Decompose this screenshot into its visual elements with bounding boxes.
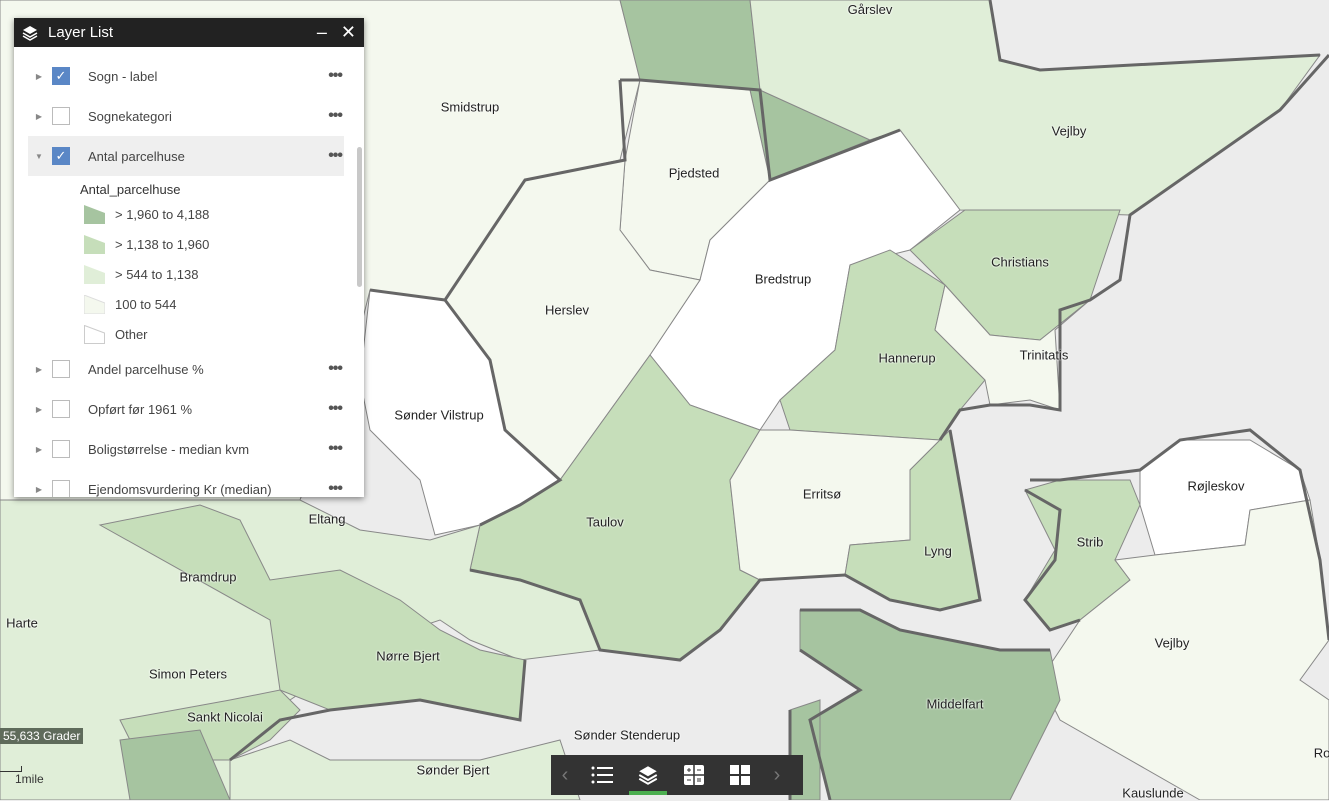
scale-label: 1mile [15, 772, 44, 786]
map-label: Sankt Nicolai [187, 709, 263, 725]
layer-name: Opført før 1961 % [88, 401, 193, 417]
map-label: Sønder Vilstrup [394, 407, 484, 423]
map-label: Christians [991, 254, 1049, 270]
layer-item[interactable]: ▶ Ejendomsvurdering Kr (median) ••• [28, 469, 344, 497]
map-label: Herslev [544, 302, 590, 318]
layer-checkbox[interactable] [52, 400, 70, 418]
map-label: Gårslev [847, 2, 893, 17]
legend-title: Antal_parcelhuse [80, 182, 181, 197]
map-label: Sønder Bjert [416, 762, 490, 778]
map-label: Taulov [586, 514, 624, 530]
widget-toolbar: ‹ › [551, 755, 803, 795]
map-label: Strib [1076, 534, 1104, 550]
layer-checkbox[interactable] [52, 360, 70, 378]
layer-item[interactable]: ▶ Sognekategori ••• [28, 96, 344, 136]
scrollbar[interactable] [357, 147, 362, 287]
more-options-button[interactable]: ••• [328, 147, 343, 165]
legend-item: > 1,138 to 1,960 [84, 235, 209, 254]
legend-item: > 544 to 1,138 [84, 265, 199, 284]
layer-item[interactable]: ▼ ✓ Antal parcelhuse ••• [28, 136, 344, 176]
minimize-button[interactable]: – [317, 22, 327, 43]
legend-item: > 1,960 to 4,188 [84, 205, 209, 224]
map-label: Ro [1313, 745, 1329, 761]
layer-item[interactable]: ▶ ✓ Sogn - label ••• [28, 56, 344, 96]
expand-icon[interactable]: ▶ [28, 405, 50, 414]
layer-item[interactable]: ▶ Andel parcelhuse % ••• [28, 349, 344, 389]
more-options-button[interactable]: ••• [328, 67, 343, 85]
calculator-button[interactable] [671, 755, 717, 795]
layer-list-button[interactable] [625, 755, 671, 795]
map-label: Middelfart [926, 696, 984, 712]
panel-title: Layer List [48, 24, 114, 41]
layer-name: Sognekategori [88, 108, 172, 124]
expand-icon[interactable]: ▶ [28, 445, 50, 454]
map-label: Hannerup [878, 350, 936, 366]
map-label: Nørre Bjert [376, 648, 440, 664]
coordinate-readout: 55,633 Grader [0, 728, 84, 744]
map-label: Pjedsted [668, 165, 720, 181]
layer-item[interactable]: ▶ Opført før 1961 % ••• [28, 389, 344, 429]
legend-button[interactable] [579, 755, 625, 795]
more-options-button[interactable]: ••• [328, 440, 343, 458]
more-options-button[interactable]: ••• [328, 360, 343, 378]
expand-icon[interactable]: ▶ [28, 112, 50, 121]
map-label: Røjleskov [1187, 478, 1245, 494]
map-label: Bramdrup [179, 569, 237, 585]
layer-name: Boligstørrelse - median kvm [88, 441, 250, 457]
layers-icon [22, 25, 38, 41]
layer-item[interactable]: ▶ Boligstørrelse - median kvm ••• [28, 429, 344, 469]
layers-icon [638, 766, 658, 785]
map-label: Lyng [924, 543, 952, 559]
map-label: Harte [6, 615, 38, 631]
map-label: Vejlby [1051, 123, 1087, 139]
layer-name: Ejendomsvurdering Kr (median) [88, 481, 272, 497]
map-label: Erritsø [802, 486, 842, 502]
panel-header: Layer List – ✕ [14, 18, 364, 47]
map-label: Kauslunde [1122, 785, 1184, 801]
next-button[interactable]: › [763, 764, 791, 787]
layer-name: Andel parcelhuse % [88, 361, 204, 377]
close-button[interactable]: ✕ [341, 22, 356, 43]
more-options-button[interactable]: ••• [328, 400, 343, 418]
map-label: Vejlby [1154, 635, 1190, 651]
layer-checkbox[interactable] [52, 480, 70, 497]
expand-icon[interactable]: ▶ [28, 485, 50, 494]
map-label: Smidstrup [440, 99, 500, 115]
calculator-icon [684, 765, 704, 785]
layer-checkbox[interactable] [52, 440, 70, 458]
layer-checkbox[interactable]: ✓ [52, 147, 70, 165]
layer-name: Sogn - label [88, 68, 158, 84]
layer-checkbox[interactable] [52, 107, 70, 125]
map-label: Trinitatis [1019, 347, 1069, 363]
legend-item: 100 to 544 [84, 295, 176, 314]
more-options-button[interactable]: ••• [328, 480, 343, 497]
layer-name: Antal parcelhuse [88, 148, 185, 164]
collapse-icon[interactable]: ▼ [28, 152, 50, 161]
basemap-gallery-button[interactable] [717, 755, 763, 795]
more-options-button[interactable]: ••• [328, 107, 343, 125]
layer-list-panel: Layer List – ✕ ▶ ✓ Sogn - label ••• ▶ Sognek… [14, 18, 364, 497]
expand-icon[interactable]: ▶ [28, 365, 50, 374]
grid-icon [730, 765, 750, 785]
map-label: Bredstrup [754, 271, 812, 287]
map-label: Simon Peters [148, 666, 228, 682]
map-label: Eltang [308, 511, 346, 527]
expand-icon[interactable]: ▶ [28, 72, 50, 81]
legend-item: Other [84, 325, 148, 344]
layer-checkbox[interactable]: ✓ [52, 67, 70, 85]
layer-list[interactable]: ▶ ✓ Sogn - label ••• ▶ Sognekategori ••• ▼ ✓ An… [14, 47, 364, 497]
list-icon [591, 766, 613, 784]
map-label: Sønder Stenderup [573, 727, 681, 743]
previous-button[interactable]: ‹ [551, 764, 579, 787]
